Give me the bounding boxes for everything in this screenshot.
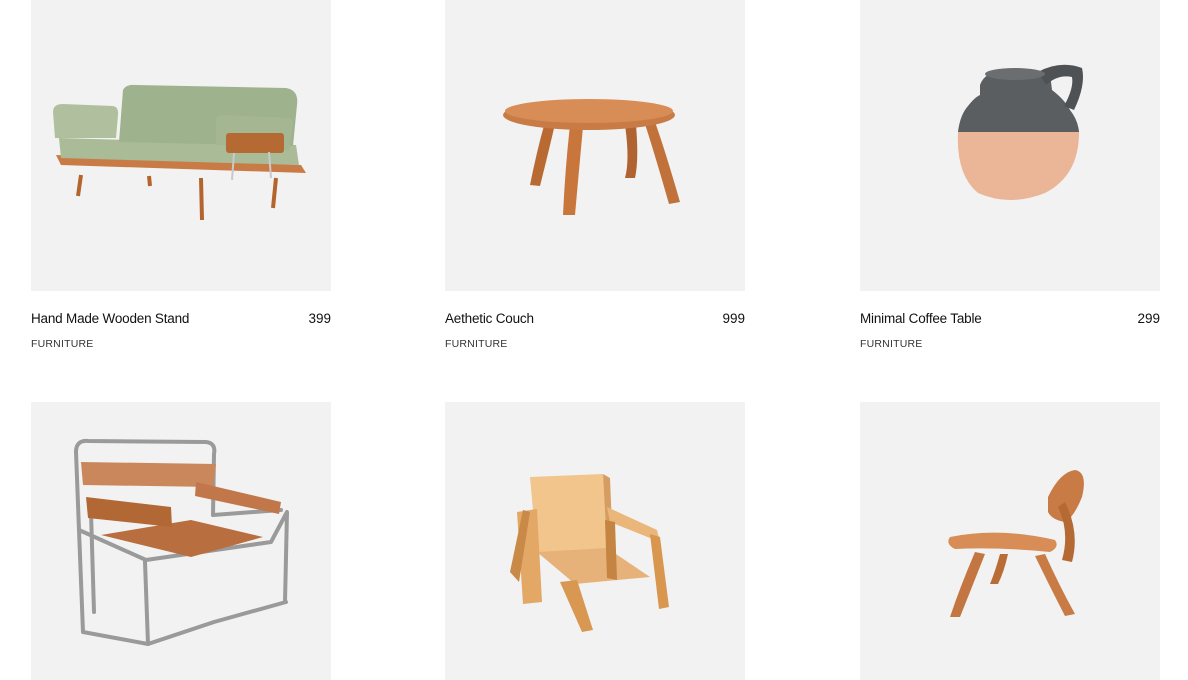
- product-image[interactable]: [860, 0, 1160, 291]
- product-image[interactable]: [445, 0, 745, 291]
- product-card[interactable]: Aethetic Couch 999 FURNITURE: [445, 0, 745, 351]
- sling-chair-icon: [74, 438, 289, 646]
- sofa-icon: [53, 84, 306, 221]
- lounge-chair-icon: [948, 470, 1084, 617]
- product-card[interactable]: Hand Made Wooden Stand 399 FURNITURE: [31, 0, 331, 351]
- coffee-table-icon: [503, 99, 680, 215]
- product-title[interactable]: Minimal Coffee Table: [860, 311, 982, 326]
- product-card[interactable]: [860, 402, 1160, 680]
- product-card[interactable]: [31, 402, 331, 680]
- product-category: FURNITURE: [860, 338, 923, 350]
- product-title[interactable]: Hand Made Wooden Stand: [31, 311, 189, 326]
- vase-icon: [957, 64, 1083, 200]
- product-title[interactable]: Aethetic Couch: [445, 311, 534, 326]
- product-card[interactable]: Minimal Coffee Table 299 FURNITURE: [860, 0, 1160, 351]
- product-image[interactable]: [31, 0, 331, 291]
- wood-armchair-icon: [510, 474, 669, 632]
- product-image[interactable]: [31, 402, 331, 680]
- product-card[interactable]: [445, 402, 745, 680]
- product-image[interactable]: [445, 402, 745, 680]
- product-category: FURNITURE: [31, 338, 94, 350]
- product-image[interactable]: [860, 402, 1160, 680]
- product-category: FURNITURE: [445, 338, 508, 350]
- product-price: 299: [1137, 311, 1160, 326]
- product-price: 999: [722, 311, 745, 326]
- product-price: 399: [308, 311, 331, 326]
